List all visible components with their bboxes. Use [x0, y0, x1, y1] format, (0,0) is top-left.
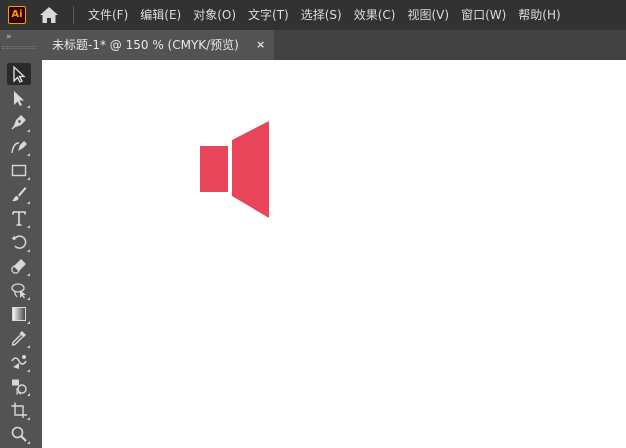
menu-bar: Ai 文件(F) 编辑(E) 对象(O) 文字(T) 选择(S) 效果(C) 视…: [0, 0, 626, 30]
main-menu: 文件(F) 编辑(E) 对象(O) 文字(T) 选择(S) 效果(C) 视图(V…: [82, 0, 567, 30]
shape-builder-tool-icon[interactable]: [7, 375, 31, 397]
eraser-tool-icon[interactable]: [7, 255, 31, 277]
menu-object[interactable]: 对象(O): [187, 0, 242, 30]
lasso-tool-icon[interactable]: [7, 279, 31, 301]
rectangle-tool-icon[interactable]: [7, 159, 31, 181]
artboard-tool-icon[interactable]: [7, 399, 31, 421]
tools-panel: »: [0, 30, 38, 448]
menu-edit[interactable]: 编辑(E): [134, 0, 187, 30]
close-icon[interactable]: ×: [256, 30, 265, 60]
document-tab[interactable]: 未标题-1* @ 150 % (CMYK/预览) ×: [42, 30, 274, 60]
menu-file[interactable]: 文件(F): [82, 0, 134, 30]
rotate-tool-icon[interactable]: [7, 231, 31, 253]
menu-help[interactable]: 帮助(H): [512, 0, 566, 30]
menu-effect[interactable]: 效果(C): [348, 0, 402, 30]
menu-select[interactable]: 选择(S): [295, 0, 348, 30]
curvature-tool-icon[interactable]: [7, 135, 31, 157]
collapse-panel-icon[interactable]: »: [6, 32, 20, 42]
document-tab-bar: 未标题-1* @ 150 % (CMYK/预览) ×: [42, 30, 626, 60]
artboard-canvas[interactable]: [42, 60, 626, 448]
pen-tool-icon[interactable]: [7, 111, 31, 133]
direct-selection-tool-icon[interactable]: [7, 87, 31, 109]
menu-window[interactable]: 窗口(W): [455, 0, 512, 30]
illustrator-logo-icon[interactable]: Ai: [8, 6, 26, 24]
home-icon[interactable]: [38, 5, 60, 25]
panel-grip[interactable]: [2, 46, 36, 49]
paintbrush-tool-icon[interactable]: [7, 183, 31, 205]
menu-view[interactable]: 视图(V): [401, 0, 455, 30]
speaker-cone[interactable]: [232, 121, 269, 218]
type-tool-icon[interactable]: [7, 207, 31, 229]
blend-tool-icon[interactable]: [7, 351, 31, 373]
speaker-body[interactable]: [200, 146, 228, 192]
menu-type[interactable]: 文字(T): [242, 0, 295, 30]
document-tab-title: 未标题-1* @ 150 % (CMYK/预览): [52, 38, 239, 52]
gradient-tool-icon[interactable]: [7, 303, 31, 325]
menu-divider: [73, 6, 74, 24]
speaker-icon[interactable]: [42, 60, 626, 448]
selection-tool-icon[interactable]: [7, 63, 31, 85]
zoom-tool-icon[interactable]: [7, 423, 31, 445]
eyedropper-tool-icon[interactable]: [7, 327, 31, 349]
